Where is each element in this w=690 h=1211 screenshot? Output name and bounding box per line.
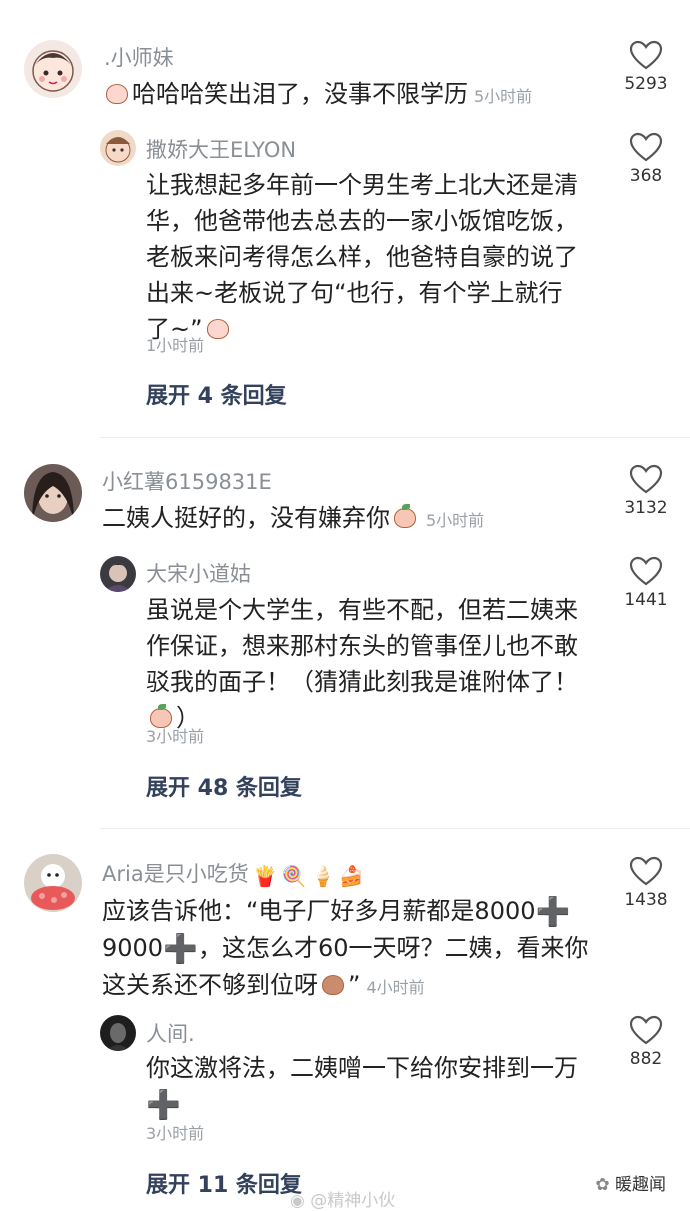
comment-line: 这关系还不够到位呀: [102, 971, 318, 999]
reply-avatar[interactable]: [100, 1015, 136, 1051]
comment-line: ”: [348, 971, 361, 999]
comment-text: 哈哈哈笑出泪了，没事不限学历 5小时前: [102, 76, 532, 115]
comment-line: ，这怎么才60一天呀？二姨，看来你: [197, 934, 589, 962]
reply-line: 老板来问考得怎么样，他爸特自豪的说了: [146, 243, 578, 271]
reply-text: 你这激将法，二姨噌一下给你安排到一万 ➕: [146, 1050, 606, 1123]
heart-outline-icon: [629, 40, 663, 70]
like-button[interactable]: 882: [616, 1015, 676, 1069]
reply-text: 让我想起多年前一个男生考上北大还是清 华，他爸带他去总去的一家小饭馆吃饭， 老板…: [146, 167, 606, 347]
like-button[interactable]: 368: [616, 132, 676, 186]
expand-replies-button[interactable]: 展开 48 条回复: [146, 770, 302, 802]
cake-emoji-icon: 🍰: [339, 864, 365, 888]
reply-avatar[interactable]: [100, 556, 136, 592]
angry-emoji-icon: [320, 973, 346, 997]
crying-laugh-emoji-icon: [104, 82, 130, 106]
avatar[interactable]: [24, 854, 82, 912]
commenter-name[interactable]: 小红薯6159831E: [102, 466, 272, 496]
reply-line: 让我想起多年前一个男生考上北大还是清: [146, 171, 578, 199]
reply-line: 出来~老板说了句“也行，有个学上就行: [146, 279, 563, 307]
heart-outline-icon: [629, 132, 663, 162]
peach-emoji-icon: [392, 504, 418, 530]
reply-author-name[interactable]: 人间.: [146, 1018, 195, 1048]
like-button[interactable]: 5293: [616, 40, 676, 94]
like-count: 5293: [624, 74, 668, 94]
like-count: 882: [629, 1049, 663, 1069]
heart-outline-icon: [629, 556, 663, 586]
timestamp: 5小时前: [426, 511, 485, 530]
like-button[interactable]: 1441: [616, 556, 676, 610]
reply-line: 虽说是个大学生，有些不配，但若二姨来: [146, 596, 578, 624]
like-count: 3132: [624, 498, 668, 518]
divider: [100, 437, 690, 438]
weibo-logo-icon: ◉: [290, 1191, 305, 1211]
commenter-name-text: Aria是只小吃货: [102, 862, 249, 886]
like-count: 1441: [624, 590, 668, 610]
plus-emoji-icon: ➕: [146, 1088, 181, 1121]
reply-line: 驳我的面子！（猜猜此刻我是谁附体了！: [146, 668, 578, 696]
divider: [100, 828, 690, 829]
reply-line: 华，他爸带他去总去的一家小饭馆吃饭，: [146, 207, 578, 235]
reply-line: 你这激将法，二姨噌一下给你安排到一万: [146, 1054, 578, 1082]
like-button[interactable]: 1438: [616, 856, 676, 910]
expand-replies-button[interactable]: 展开 4 条回复: [146, 378, 287, 410]
reply-avatar[interactable]: [100, 130, 136, 166]
crying-emoji-icon: [205, 317, 231, 341]
timestamp: 4小时前: [366, 978, 425, 997]
commenter-name[interactable]: Aria是只小吃货 🍟 🍭 🍦 🍰: [102, 858, 364, 888]
heart-outline-icon: [629, 856, 663, 886]
plus-emoji-icon: ➕: [535, 895, 571, 928]
heart-outline-icon: [629, 464, 663, 494]
comment-line: 9000: [102, 934, 164, 962]
fries-emoji-icon: 🍟: [252, 864, 278, 888]
brand-text: 暖趣闻: [615, 1175, 666, 1195]
heart-outline-icon: [629, 1015, 663, 1045]
expand-replies-button[interactable]: 展开 11 条回复: [146, 1167, 302, 1199]
timestamp: 3小时前: [146, 727, 205, 746]
commenter-name[interactable]: .小师妹: [104, 42, 174, 72]
like-button[interactable]: 3132: [616, 464, 676, 518]
reply-author-name[interactable]: 撒娇大王ELYON: [146, 134, 296, 164]
reply-text: 虽说是个大学生，有些不配，但若二姨来 作保证，想来那村东头的管事侄儿也不敢 驳我…: [146, 592, 606, 736]
avatar[interactable]: [24, 40, 82, 98]
timestamp: 5小时前: [474, 87, 533, 106]
like-count: 368: [629, 166, 663, 186]
weibo-watermark: ◉ @精神小伙: [290, 1186, 395, 1211]
ice-cream-emoji-icon: 🍦: [310, 864, 336, 888]
comment-line: 应该告诉他：“电子厂好多月薪都是8000: [102, 897, 536, 925]
timestamp: 3小时前: [146, 1124, 205, 1143]
comment-text: 应该告诉他：“电子厂好多月薪都是8000➕ 9000➕，这怎么才60一天呀？二姨…: [102, 893, 602, 1006]
brand-watermark: ✿ 暖趣闻: [595, 1170, 666, 1195]
wechat-logo-icon: ✿: [595, 1175, 610, 1195]
avatar[interactable]: [24, 464, 82, 522]
lollipop-emoji-icon: 🍭: [281, 864, 307, 888]
reply-author-name[interactable]: 大宋小道姑: [146, 558, 251, 588]
comment-body: 二姨人挺好的，没有嫌弃你: [102, 504, 390, 532]
plus-emoji-icon: ➕: [163, 932, 198, 965]
watermark-text: @精神小伙: [310, 1191, 396, 1211]
reply-line: 作保证，想来那村东头的管事侄儿也不敢: [146, 632, 578, 660]
timestamp: 1小时前: [146, 336, 205, 355]
comment-body: 哈哈哈笑出泪了，没事不限学历: [132, 80, 468, 108]
comment-text: 二姨人挺好的，没有嫌弃你 5小时前: [102, 500, 484, 539]
like-count: 1438: [624, 890, 668, 910]
